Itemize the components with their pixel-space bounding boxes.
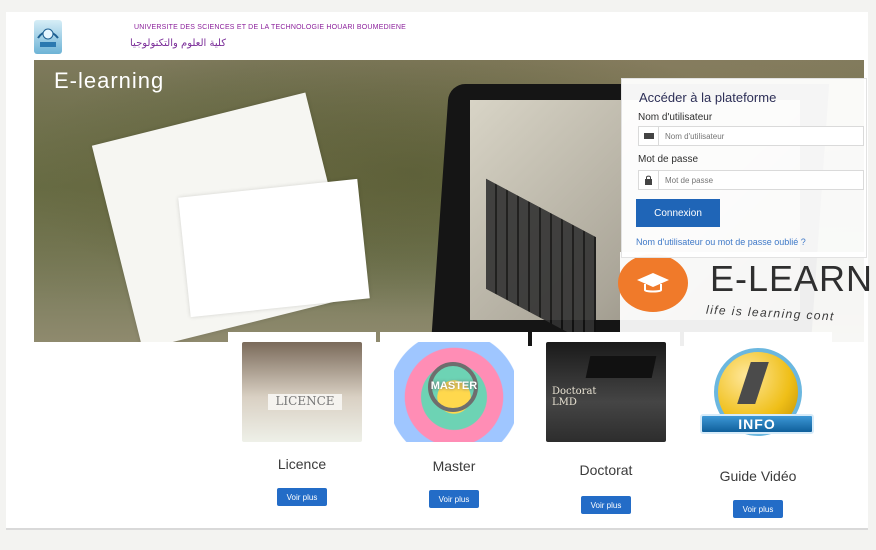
brand-word: E-LEARN	[710, 258, 874, 299]
username-field[interactable]	[638, 126, 864, 146]
voir-plus-guide-video-button[interactable]: Voir plus	[733, 500, 783, 518]
graduation-hat-image	[585, 356, 657, 378]
voir-plus-doctorat-button[interactable]: Voir plus	[581, 496, 631, 514]
connexion-button[interactable]: Connexion	[636, 199, 720, 227]
master-image: MASTER	[394, 342, 514, 442]
licence-image-text: LICENCE	[268, 394, 342, 410]
lock-icon	[639, 171, 659, 189]
login-title: Accéder à la plateforme	[639, 90, 777, 105]
page-photo: UNIVERSITE DES SCIENCES ET DE LA TECHNOL…	[0, 0, 876, 550]
voir-plus-licence-button[interactable]: Voir plus	[277, 488, 327, 506]
graduation-cap-icon	[618, 254, 688, 312]
master-image-text: MASTER	[430, 380, 478, 392]
doctorat-image: Doctorat LMD	[546, 342, 666, 442]
login-panel	[621, 78, 867, 258]
info-image-text: INFO	[700, 414, 814, 434]
password-input[interactable]	[659, 175, 849, 185]
username-input[interactable]	[659, 131, 849, 141]
licence-image: LICENCE	[242, 342, 362, 442]
card-guide-video[interactable]: INFO Guide Vidéo Voir plus	[684, 332, 832, 528]
card-label-master: Master	[432, 458, 476, 474]
program-cards: LICENCE Licence Voir plus MASTER Master …	[228, 332, 858, 528]
password-field[interactable]	[638, 170, 864, 190]
card-label-licence: Licence	[277, 456, 327, 472]
voir-plus-master-button[interactable]: Voir plus	[429, 490, 479, 508]
forgot-password-link[interactable]: Nom d'utilisateur ou mot de passe oublié…	[636, 237, 806, 247]
hero-title: E-learning	[54, 68, 165, 93]
paper-sheet	[178, 178, 370, 318]
logo-icon	[37, 28, 59, 47]
card-master[interactable]: MASTER Master Voir plus	[380, 332, 528, 528]
cap-svg-icon	[637, 273, 669, 293]
card-licence[interactable]: LICENCE Licence Voir plus	[228, 332, 376, 528]
password-label: Mot de passe	[638, 154, 699, 165]
university-name-arabic: كلية العلوم والتكنولوجيا	[130, 38, 226, 49]
card-doctorat[interactable]: Doctorat LMD Doctorat Voir plus	[532, 332, 680, 528]
guide-video-image: INFO	[698, 342, 818, 442]
card-label-guide-video: Guide Vidéo	[719, 468, 797, 484]
university-name: UNIVERSITE DES SCIENCES ET DE LA TECHNOL…	[134, 24, 406, 31]
username-label: Nom d'utilisateur	[638, 112, 713, 123]
university-logo[interactable]	[34, 20, 62, 54]
card-label-doctorat: Doctorat	[579, 462, 633, 478]
user-card-icon	[639, 127, 659, 145]
doctorat-image-text: Doctorat LMD	[552, 386, 597, 408]
